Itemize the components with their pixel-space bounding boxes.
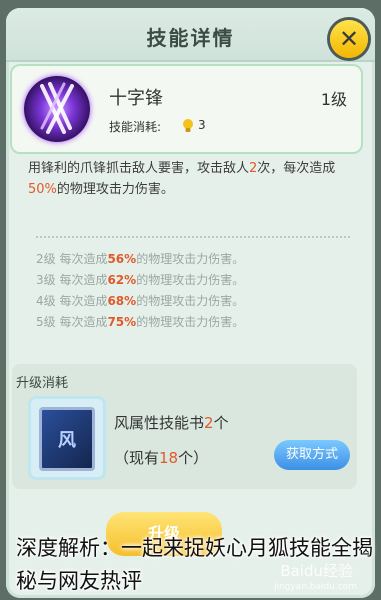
page-title: 技能详情: [146, 26, 235, 50]
watermark-url: jingyan.baidu.com: [273, 582, 357, 592]
upgrade-title: 升级消耗: [16, 376, 69, 391]
level-effect-2: 2级 每次造成56%的物理攻击力伤害。: [36, 252, 245, 266]
level-effect-5: 5级 每次造成75%的物理攻击力伤害。: [36, 315, 245, 329]
close-button[interactable]: ✕: [330, 20, 368, 58]
item-owned: （现有18个）: [114, 449, 209, 467]
skill-cost-value: 3: [198, 118, 206, 132]
skill-cost-label: 技能消耗:: [109, 120, 162, 134]
skill-card: 十字锋 技能消耗: 3 1级: [10, 64, 363, 154]
item-slot[interactable]: 风: [28, 396, 106, 480]
skill-description: 用锋利的爪锋抓击敌人要害，攻击敌人2次，每次造成50%的物理攻击力伤害。: [28, 161, 336, 197]
skill-level: 1级: [320, 90, 347, 109]
skill-name: 十字锋: [109, 88, 163, 109]
claw-skill-icon: [24, 76, 90, 142]
bulb-icon: [183, 119, 193, 132]
level-effect-3: 3级 每次造成62%的物理攻击力伤害。: [36, 273, 245, 287]
level-effect-4: 4级 每次造成68%的物理攻击力伤害。: [36, 294, 245, 308]
item-name: 风属性技能书2个: [114, 414, 229, 432]
close-icon: ✕: [338, 25, 360, 53]
watermark-brand: Baidu经验: [280, 562, 353, 580]
panel-header: 技能详情 ✕: [6, 8, 375, 62]
divider: [36, 236, 350, 238]
wind-book-icon: 风: [39, 407, 95, 471]
obtain-method-button[interactable]: 获取方式: [274, 440, 350, 470]
